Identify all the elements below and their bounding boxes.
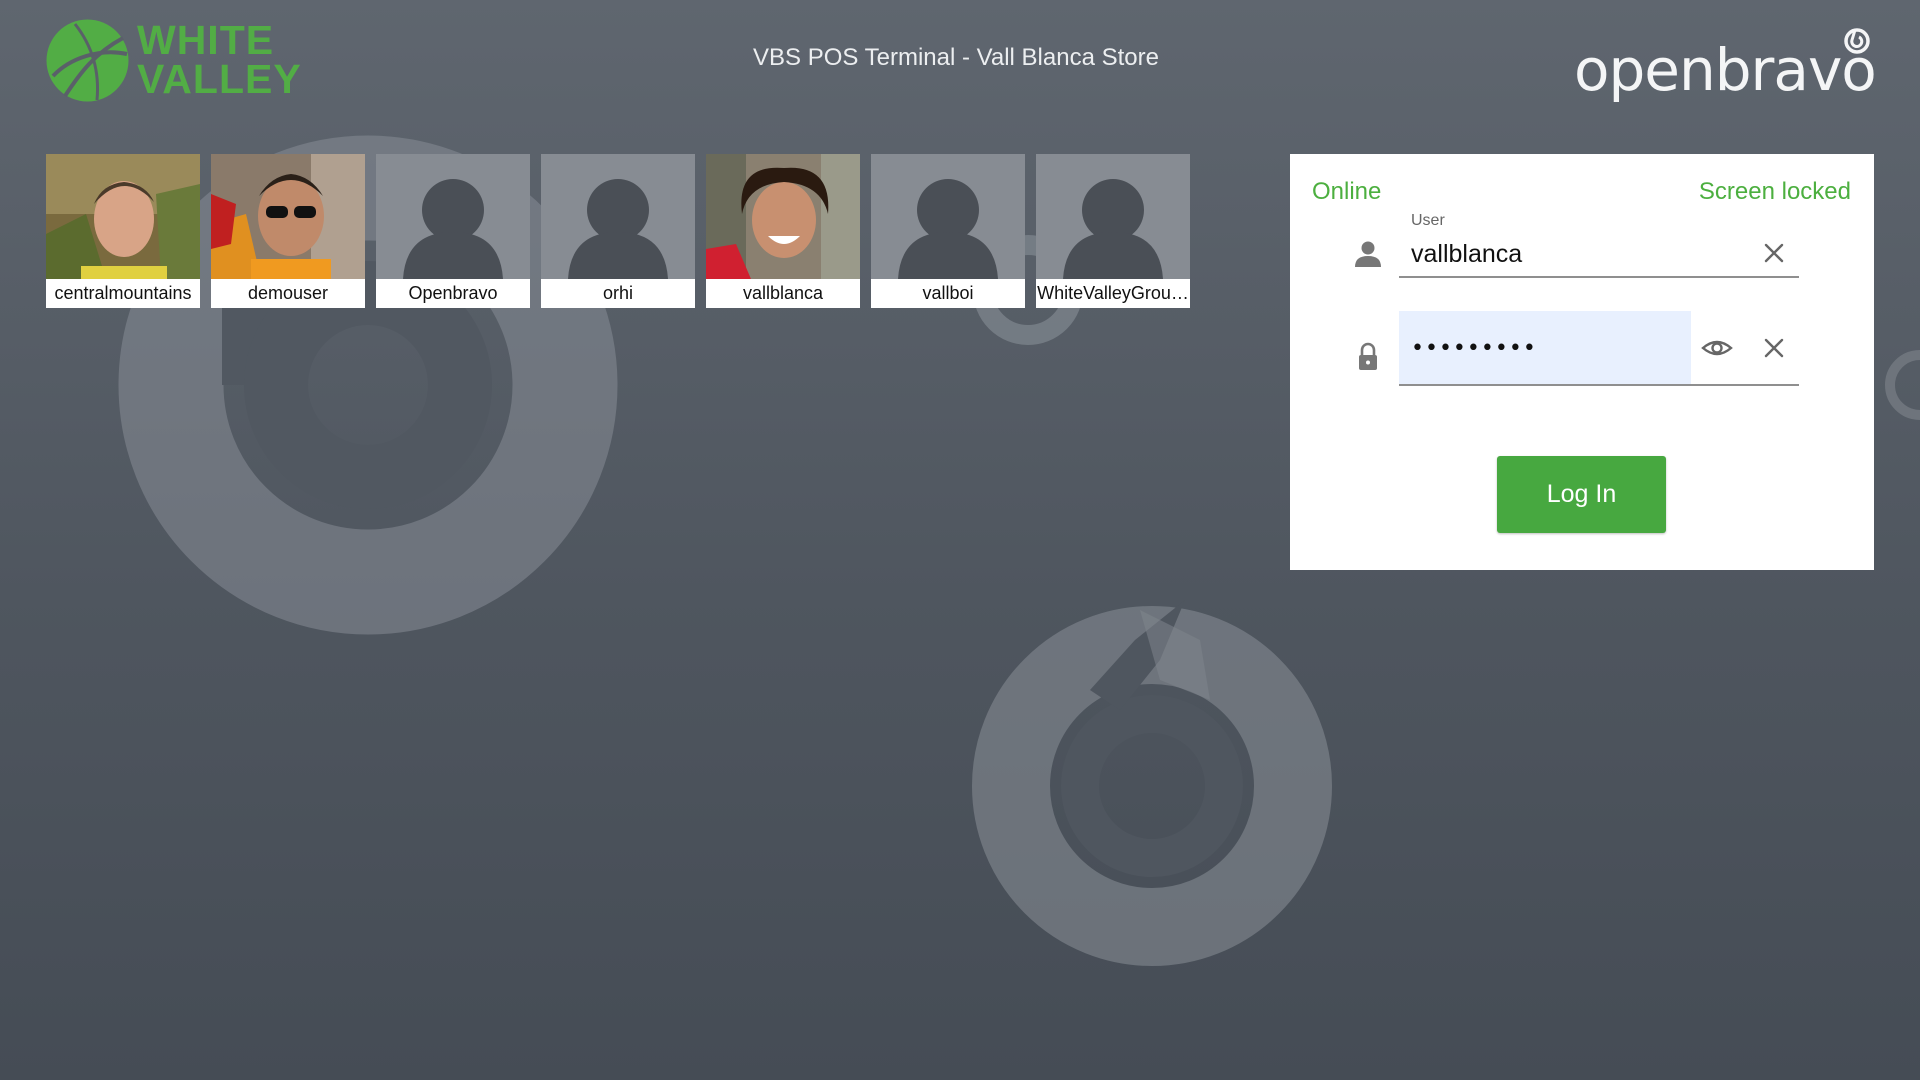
password-input-value: •••••••••: [1411, 336, 1537, 361]
openbravo-wordmark: openbravo: [1574, 36, 1877, 104]
connection-status: Online: [1312, 178, 1382, 205]
login-panel: Online Screen locked User vallblanca •••…: [1290, 154, 1874, 570]
user-tile-centralmountains[interactable]: centralmountains: [46, 154, 200, 308]
password-field[interactable]: •••••••••: [1399, 311, 1799, 386]
user-input-value[interactable]: vallblanca: [1411, 240, 1522, 269]
clear-user-icon[interactable]: [1761, 240, 1787, 266]
avatar: [706, 154, 860, 279]
lock-status: Screen locked: [1698, 178, 1851, 205]
avatar-placeholder: [1036, 154, 1190, 279]
user-name: centralmountains: [54, 283, 192, 303]
openbravo-mark-icon: [1844, 28, 1870, 54]
password-input[interactable]: •••••••••: [1399, 311, 1691, 384]
openbravo-logo: openbravo: [1574, 28, 1877, 104]
person-icon: [1355, 241, 1381, 267]
clear-password-icon[interactable]: [1761, 335, 1787, 361]
user-tile-whitevalleygroup[interactable]: WhiteValleyGrou…: [1036, 154, 1190, 308]
eye-icon[interactable]: [1700, 333, 1734, 363]
avatar: [211, 154, 365, 279]
lock-icon: [1359, 342, 1377, 370]
user-name: Openbravo: [408, 283, 498, 303]
user-field[interactable]: vallblanca: [1399, 230, 1799, 278]
login-button[interactable]: Log In: [1497, 456, 1666, 533]
user-name: WhiteValleyGrou…: [1037, 283, 1189, 303]
user-tile-openbravo[interactable]: Openbravo: [376, 154, 530, 308]
user-field-label: User: [1411, 212, 1445, 229]
avatar-placeholder: [541, 154, 695, 279]
user-name: demouser: [247, 283, 329, 303]
user-tile-orhi[interactable]: orhi: [541, 154, 695, 308]
user-name: vallblanca: [742, 283, 824, 303]
user-name: orhi: [602, 283, 633, 303]
user-tile-vallblanca[interactable]: vallblanca: [706, 154, 860, 308]
user-tile-vallboi[interactable]: vallboi: [871, 154, 1025, 308]
user-tile-demouser[interactable]: demouser: [211, 154, 365, 308]
user-name: vallboi: [922, 283, 974, 303]
avatar: [46, 154, 200, 279]
avatar-placeholder: [871, 154, 1025, 279]
avatar-placeholder: [376, 154, 530, 279]
